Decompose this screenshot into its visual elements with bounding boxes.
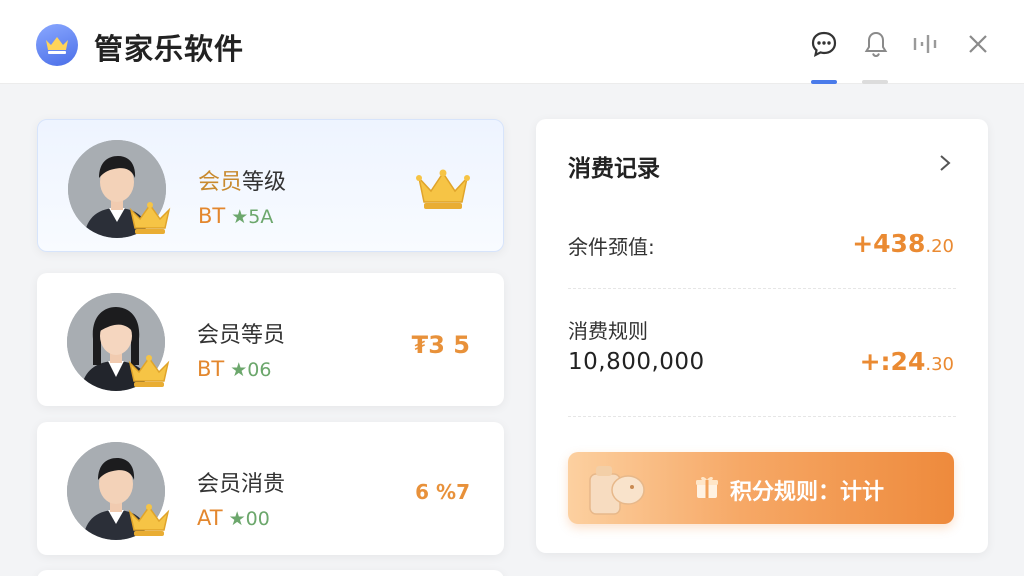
crown-badge (128, 200, 172, 240)
divider (568, 288, 956, 289)
balance-amount: +438.20 (852, 229, 954, 258)
member-code-text: BT (197, 357, 225, 381)
member-code-sub: ★5A (231, 206, 274, 228)
rules-amount-int: +:24 (859, 347, 926, 376)
rules-amount: +:24.30 (860, 347, 954, 376)
balance-label: 余件颈值: (568, 235, 655, 259)
member-crown-icon (415, 166, 471, 216)
bell-tab-indicator (862, 80, 888, 84)
app-logo (36, 24, 78, 66)
rules-amount-dec: .30 (925, 354, 954, 375)
app-title: 管家乐软件 (94, 32, 245, 66)
member-label-rest: 会员消贵 (197, 472, 286, 497)
equalizer-button[interactable] (909, 28, 941, 60)
chevron-right-icon (940, 155, 951, 171)
member-value: ₮3 5 (411, 331, 470, 359)
member-code: BT ★5A (198, 204, 273, 228)
crown-icon (129, 202, 171, 234)
crown-badge (127, 353, 171, 393)
chat-button[interactable] (808, 28, 840, 60)
crown-icon (46, 37, 68, 54)
crown-icon (416, 169, 470, 209)
member-code-sub: ★06 (230, 359, 272, 381)
member-code: AT ★00 (197, 506, 270, 530)
divider (568, 416, 956, 417)
points-rules-label: 积分规则：计计 (730, 480, 885, 505)
member-label: 会员等级 (198, 164, 286, 196)
balance-amount-dec: .20 (925, 236, 954, 257)
consumption-records-panel: 消费记录 余件颈值: +438.20 消费规则 10,800,000 +:24.… (536, 119, 988, 553)
chat-icon (811, 31, 837, 58)
rules-label: 消费规则 (568, 319, 648, 343)
member-label: 会员等员 (197, 317, 285, 349)
member-code-text: BT (198, 204, 226, 228)
member-code: BT ★06 (197, 357, 271, 381)
member-card[interactable]: 会员等员 BT ★06 ₮3 5 (37, 273, 504, 406)
points-rules-button[interactable]: 积分规则：计计 (568, 452, 954, 524)
piggy-illustration (586, 460, 648, 520)
notification-button[interactable] (860, 28, 892, 60)
title-bar: 管家乐软件 (0, 0, 1024, 84)
member-label-rest: 会员等员 (197, 323, 286, 348)
close-icon (969, 35, 987, 53)
records-title: 消费记录 (568, 156, 660, 182)
rules-number: 10,800,000 (568, 349, 705, 375)
member-label-rest: 等级 (242, 170, 287, 195)
chat-tab-indicator (811, 80, 837, 84)
close-button[interactable] (962, 28, 994, 60)
bell-icon (864, 31, 888, 58)
equalizer-icon (913, 35, 937, 53)
crown-icon (128, 504, 170, 536)
member-code-sub: ★00 (228, 508, 270, 530)
crown-badge (127, 502, 171, 542)
gift-icon (694, 474, 720, 504)
member-value: 6 %7 (415, 480, 470, 504)
member-label-highlight: 会员 (198, 170, 243, 195)
crown-icon (128, 355, 170, 387)
member-label: 会员消贵 (197, 466, 285, 498)
member-card[interactable]: 会员等级 BT ★5A (37, 119, 504, 252)
member-card[interactable] (37, 570, 504, 576)
records-more-button[interactable] (938, 153, 952, 177)
balance-amount-int: +438 (852, 229, 926, 258)
member-card[interactable]: 会员消贵 AT ★00 6 %7 (37, 422, 504, 555)
member-code-text: AT (197, 506, 223, 530)
